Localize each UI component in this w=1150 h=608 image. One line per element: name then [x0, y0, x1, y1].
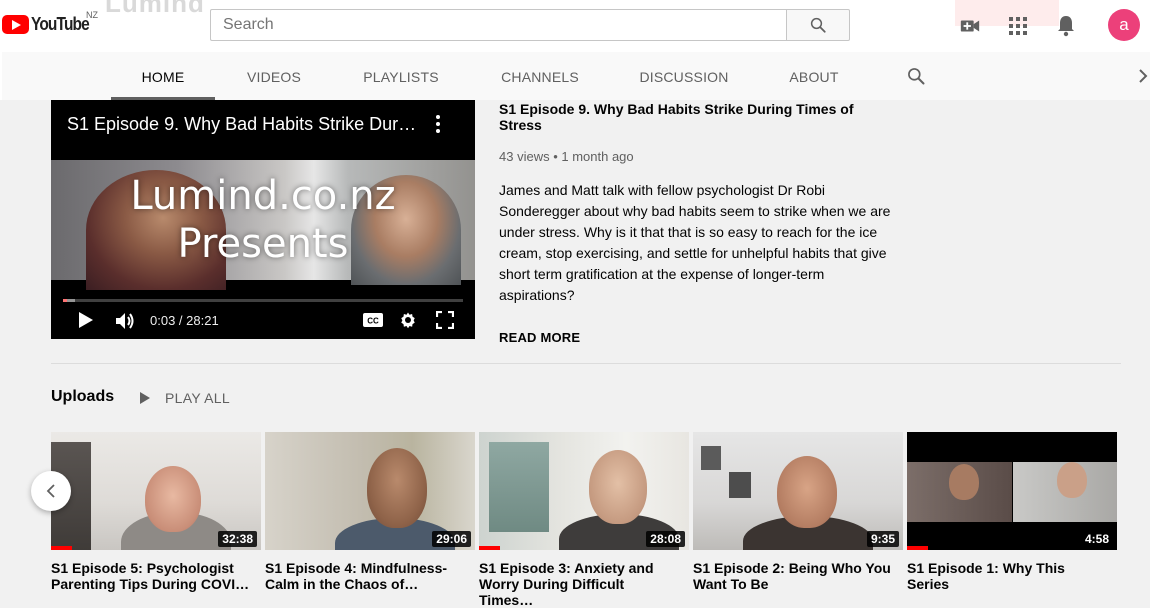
captions-button[interactable]: CC — [363, 313, 383, 332]
play-all-label: PLAY ALL — [165, 390, 230, 406]
thumbnail-person — [145, 466, 201, 532]
volume-icon — [116, 313, 134, 329]
play-all-button[interactable]: PLAY ALL — [139, 390, 230, 406]
video-thumbnail[interactable]: 28:08 — [479, 432, 689, 550]
thumbnail-person — [367, 448, 427, 528]
video-overlay-line1: Lumind.co.nz — [130, 173, 396, 219]
search-input[interactable] — [210, 9, 786, 41]
featured-video-info: S1 Episode 9. Why Bad Habits Strike Duri… — [499, 100, 899, 345]
video-title[interactable]: S1 Episode 2: Being Who You Want To Be — [693, 560, 893, 592]
video-duration: 4:58 — [1080, 531, 1113, 547]
chevron-right-icon — [1139, 69, 1148, 83]
channel-tabs: HOME VIDEOS PLAYLISTS CHANNELS DISCUSSIO… — [0, 52, 1150, 100]
bell-icon — [1058, 16, 1074, 37]
svg-text:CC: CC — [367, 317, 379, 326]
video-thumbnail[interactable]: 32:38 — [51, 432, 261, 550]
thumbnail-person — [701, 446, 721, 470]
tab-about[interactable]: ABOUT — [772, 52, 856, 100]
search-icon — [810, 17, 826, 33]
video-title[interactable]: S1 Episode 4: Mindfulness-Calm in the Ch… — [265, 560, 465, 592]
video-title[interactable]: S1 Episode 3: Anxiety and Worry During D… — [479, 560, 679, 608]
video-duration: 29:06 — [432, 531, 471, 547]
settings-button[interactable] — [399, 311, 417, 334]
player-progress-bar[interactable] — [63, 299, 463, 302]
avatar[interactable]: a — [1108, 9, 1140, 41]
video-thumbnail[interactable]: 9:35 — [693, 432, 903, 550]
fullscreen-button[interactable] — [435, 310, 455, 334]
tabs-next-button[interactable] — [1138, 68, 1148, 89]
tab-playlists[interactable]: PLAYLISTS — [346, 52, 456, 100]
top-bar: Lumind YouTube NZ a — [0, 0, 1150, 52]
featured-video-description: James and Matt talk with fellow psycholo… — [499, 182, 891, 303]
thumbnail-person — [489, 442, 549, 532]
tab-channels[interactable]: CHANNELS — [484, 52, 596, 100]
search-icon — [908, 68, 925, 85]
video-title[interactable]: S1 Episode 5: Psychologist Parenting Tip… — [51, 560, 251, 592]
video-card[interactable]: 32:38 S1 Episode 5: Psychologist Parenti… — [51, 432, 261, 592]
watched-progress-bar — [479, 546, 500, 550]
play-button[interactable] — [78, 311, 94, 334]
tab-discussion[interactable]: DISCUSSION — [624, 52, 744, 100]
watched-progress-bar — [907, 546, 928, 550]
video-duration: 28:08 — [646, 531, 685, 547]
youtube-play-icon — [2, 14, 29, 34]
play-icon — [140, 392, 150, 404]
section-divider — [51, 363, 1121, 364]
play-icon — [79, 312, 93, 328]
apps-button[interactable] — [1006, 14, 1030, 38]
uploads-heading[interactable]: Uploads — [51, 388, 114, 406]
thumbnail-person — [1057, 462, 1087, 498]
fullscreen-icon — [435, 310, 455, 330]
thumbnail-person — [729, 472, 751, 498]
video-card[interactable]: 29:06 S1 Episode 4: Mindfulness-Calm in … — [265, 432, 475, 592]
create-video-button[interactable] — [958, 14, 982, 38]
video-duration: 32:38 — [218, 531, 257, 547]
video-overlay-line2: Presents — [177, 221, 349, 267]
tab-videos[interactable]: VIDEOS — [230, 52, 318, 100]
youtube-logo[interactable]: YouTube NZ — [2, 10, 98, 35]
video-camera-add-icon — [960, 20, 980, 32]
player-title[interactable]: S1 Episode 9. Why Bad Habits Strike Duri… — [67, 114, 417, 135]
player-more-button[interactable] — [435, 114, 441, 139]
video-thumbnail[interactable]: 4:58 — [907, 432, 1117, 550]
video-card[interactable]: 4:58 S1 Episode 1: Why This Series — [907, 432, 1117, 592]
more-vert-icon — [436, 115, 440, 133]
search-box — [210, 9, 850, 41]
video-title[interactable]: S1 Episode 1: Why This Series — [907, 560, 1107, 592]
chevron-left-icon — [46, 484, 55, 498]
volume-button[interactable] — [115, 311, 137, 336]
video-duration: 9:35 — [866, 531, 899, 547]
player-time: 0:03 / 28:21 — [150, 313, 219, 328]
watched-progress-bar — [51, 546, 72, 550]
captions-icon: CC — [363, 313, 383, 327]
gear-icon — [401, 312, 415, 329]
apps-grid-icon — [1009, 17, 1027, 35]
featured-video-meta: 43 views • 1 month ago — [499, 149, 634, 164]
channel-search-button[interactable] — [906, 66, 926, 91]
featured-video-player[interactable]: Lumind.co.nz Presents S1 Episode 9. Why … — [51, 100, 475, 339]
thumbnail-person — [949, 464, 979, 500]
thumbnail-person — [777, 456, 837, 528]
video-thumbnail[interactable]: 29:06 — [265, 432, 475, 550]
video-card[interactable]: 9:35 S1 Episode 2: Being Who You Want To… — [693, 432, 903, 592]
video-card[interactable]: 28:08 S1 Episode 3: Anxiety and Worry Du… — [479, 432, 689, 608]
notifications-button[interactable] — [1054, 14, 1078, 38]
read-more-button[interactable]: READ MORE — [499, 330, 899, 345]
player-buffer-bar — [63, 299, 75, 302]
logo-text: YouTube — [31, 13, 90, 34]
thumbnail-person — [589, 450, 647, 524]
search-button[interactable] — [786, 9, 850, 41]
country-code: NZ — [86, 10, 98, 20]
featured-video-title[interactable]: S1 Episode 9. Why Bad Habits Strike Duri… — [499, 101, 899, 133]
background-ghost-text: Lumind — [105, 0, 205, 18]
tab-home[interactable]: HOME — [111, 52, 215, 100]
carousel-prev-button[interactable] — [31, 471, 71, 511]
